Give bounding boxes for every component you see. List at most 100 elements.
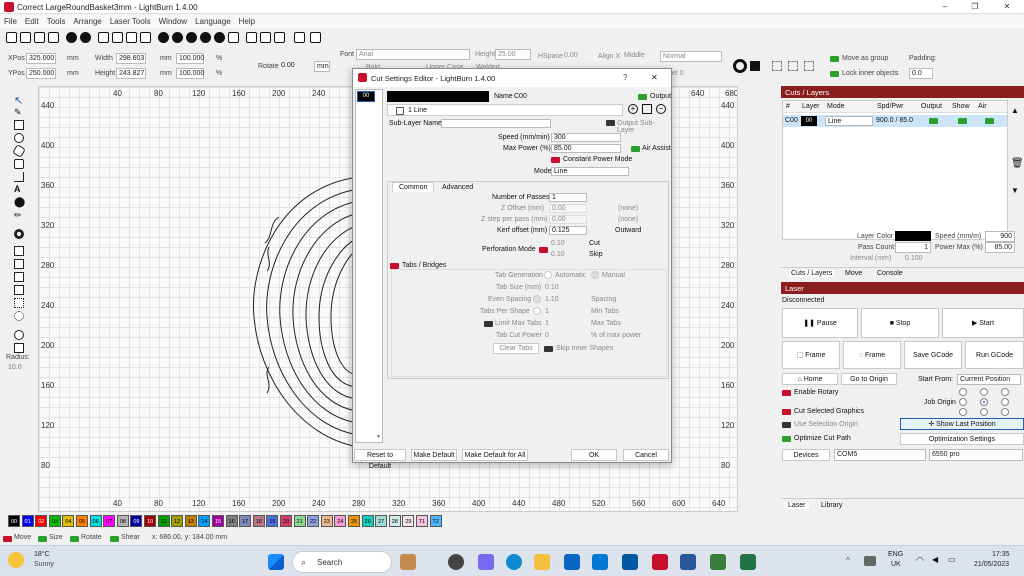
basket-design-shape[interactable] [239, 147, 359, 467]
clear-tabs-button[interactable]: Clear Tabs [493, 343, 539, 354]
open-file-icon[interactable] [20, 32, 31, 43]
palette-swatch[interactable]: 27 [375, 515, 388, 527]
even-spacing-radio[interactable] [533, 295, 541, 303]
text-style-select[interactable]: Normal [660, 51, 722, 62]
even-spacing-field[interactable]: 1.10 [545, 296, 559, 303]
measure-tool-icon[interactable]: ✏ [14, 210, 24, 220]
palette-swatch[interactable]: 26 [361, 515, 374, 527]
frame-rect-button[interactable]: ⬚ Frame [782, 341, 840, 369]
align-x-select[interactable]: Middle [622, 51, 656, 62]
speaker-icon[interactable]: ◀ [932, 555, 938, 564]
output-toggle[interactable] [638, 94, 647, 100]
gear-icon[interactable] [733, 59, 747, 73]
select-tool-icon[interactable]: ↖ [14, 94, 24, 107]
circular-array-icon[interactable] [14, 311, 24, 321]
lang-secondary[interactable]: UK [891, 561, 901, 568]
zoom-out-icon[interactable] [186, 32, 197, 43]
trash-icon[interactable]: 🗑 [1011, 158, 1024, 169]
name-field[interactable]: C00 [514, 93, 527, 100]
output-sublayer-toggle[interactable] [606, 120, 615, 126]
tab-common[interactable]: Common [392, 182, 435, 192]
zoom-frame-icon[interactable] [200, 32, 211, 43]
excel-app-icon[interactable] [740, 554, 756, 570]
wifi-icon[interactable]: ◠ [916, 555, 924, 566]
remove-sublayer-icon[interactable]: − [656, 104, 666, 114]
palette-swatch[interactable]: 12 [171, 515, 184, 527]
network-icon[interactable] [864, 556, 876, 566]
move-down-icon[interactable]: ▼ [1011, 186, 1019, 195]
weld-icon[interactable] [14, 285, 24, 295]
redo-icon[interactable] [80, 32, 91, 43]
palette-swatch[interactable]: 02 [35, 515, 48, 527]
palette-swatch[interactable]: 03 [48, 515, 61, 527]
battery-icon[interactable]: ▭ [948, 555, 956, 564]
menu-laser-tools[interactable]: Laser Tools [106, 15, 155, 28]
max-power-field[interactable]: 85.00 [551, 144, 621, 153]
lock-inner-toggle[interactable] [830, 71, 839, 77]
goto-origin-button[interactable]: Go to Origin [841, 373, 897, 385]
move-group-toggle[interactable] [830, 56, 839, 62]
optimize-cut-toggle[interactable] [782, 436, 791, 442]
menu-arrange[interactable]: Arrange [69, 15, 105, 28]
pause-button[interactable]: ❚❚ Pause [782, 308, 858, 338]
tab-advanced[interactable]: Advanced [438, 183, 477, 192]
palette-swatch[interactable]: 20 [280, 515, 292, 527]
chevron-up-icon[interactable]: ^ [846, 556, 850, 565]
home-button[interactable]: ⌂ Home [782, 373, 838, 385]
save-as-icon[interactable] [48, 32, 59, 43]
tab-auto-radio[interactable] [544, 271, 552, 279]
position-laser-icon[interactable]: ⬤ [14, 197, 25, 208]
stop-button[interactable]: ■ Stop [861, 308, 939, 338]
palette-swatch[interactable]: 22 [307, 515, 320, 527]
size-toggle[interactable] [38, 536, 47, 542]
save-file-icon[interactable] [34, 32, 45, 43]
palette-swatch[interactable]: T2 [429, 515, 442, 527]
menu-language[interactable]: Language [191, 15, 235, 28]
hspace-field[interactable]: 0.00 [562, 51, 588, 62]
boolean-intersect-icon[interactable] [14, 272, 24, 282]
tab-size-field[interactable]: 0.10 [545, 284, 559, 291]
palette-swatch[interactable]: 14 [198, 515, 211, 527]
skip-inner-toggle[interactable] [544, 346, 553, 352]
flip-h-icon[interactable] [294, 32, 305, 43]
origin-radio-selected[interactable] [980, 398, 988, 406]
boolean-union-icon[interactable] [14, 246, 24, 256]
word-app-icon[interactable] [680, 554, 696, 570]
tabs-per-shape-field[interactable]: 1 [545, 308, 549, 315]
make-default-button[interactable]: Make Default [411, 449, 457, 461]
camera-app-icon[interactable] [448, 554, 464, 570]
import-icon[interactable] [98, 32, 109, 43]
tab-library[interactable]: Library [821, 502, 842, 509]
layer-color-bar[interactable] [387, 91, 489, 102]
radius-field[interactable]: 10.0 [8, 364, 22, 371]
reset-default-button[interactable]: Reset to Default [354, 449, 406, 470]
menu-file[interactable]: File [0, 15, 21, 28]
palette-swatch[interactable]: 21 [293, 515, 306, 527]
cut-selected-toggle[interactable] [782, 409, 791, 415]
edit-nodes-icon[interactable]: ✎ [14, 107, 24, 117]
menu-edit[interactable]: Edit [21, 15, 43, 28]
sublayer-row[interactable]: 1 Line [387, 104, 623, 116]
tab-cuts-layers[interactable]: Cuts / Layers [789, 270, 835, 277]
z-step-field[interactable]: 0.00 [549, 215, 587, 224]
enable-rotary-toggle[interactable] [782, 390, 791, 396]
palette-swatch[interactable]: 10 [144, 515, 156, 527]
tab-console[interactable]: Console [877, 270, 903, 277]
copy-icon[interactable] [126, 32, 137, 43]
mode-select[interactable]: Line [825, 116, 873, 126]
limit-max-tabs-field[interactable]: 1 [545, 320, 549, 327]
camera-icon[interactable] [228, 32, 239, 43]
polygon-tool-icon[interactable] [12, 144, 26, 158]
add-sublayer-icon[interactable]: + [628, 104, 638, 114]
scroll-down-icon[interactable]: ▼ [376, 434, 381, 440]
windows-start-icon[interactable] [268, 554, 284, 570]
tabs-per-shape-radio[interactable] [533, 307, 541, 315]
corner-chamfer-icon[interactable] [14, 343, 24, 353]
constant-power-toggle[interactable] [551, 157, 560, 163]
width-field[interactable]: 298.603 [116, 53, 146, 64]
offset-field[interactable]: et 0 [672, 70, 684, 77]
zoom-in-icon[interactable] [172, 32, 183, 43]
palette-swatch[interactable]: 15 [212, 515, 224, 527]
palette-swatch[interactable]: 13 [184, 515, 197, 527]
undo-icon[interactable] [66, 32, 77, 43]
